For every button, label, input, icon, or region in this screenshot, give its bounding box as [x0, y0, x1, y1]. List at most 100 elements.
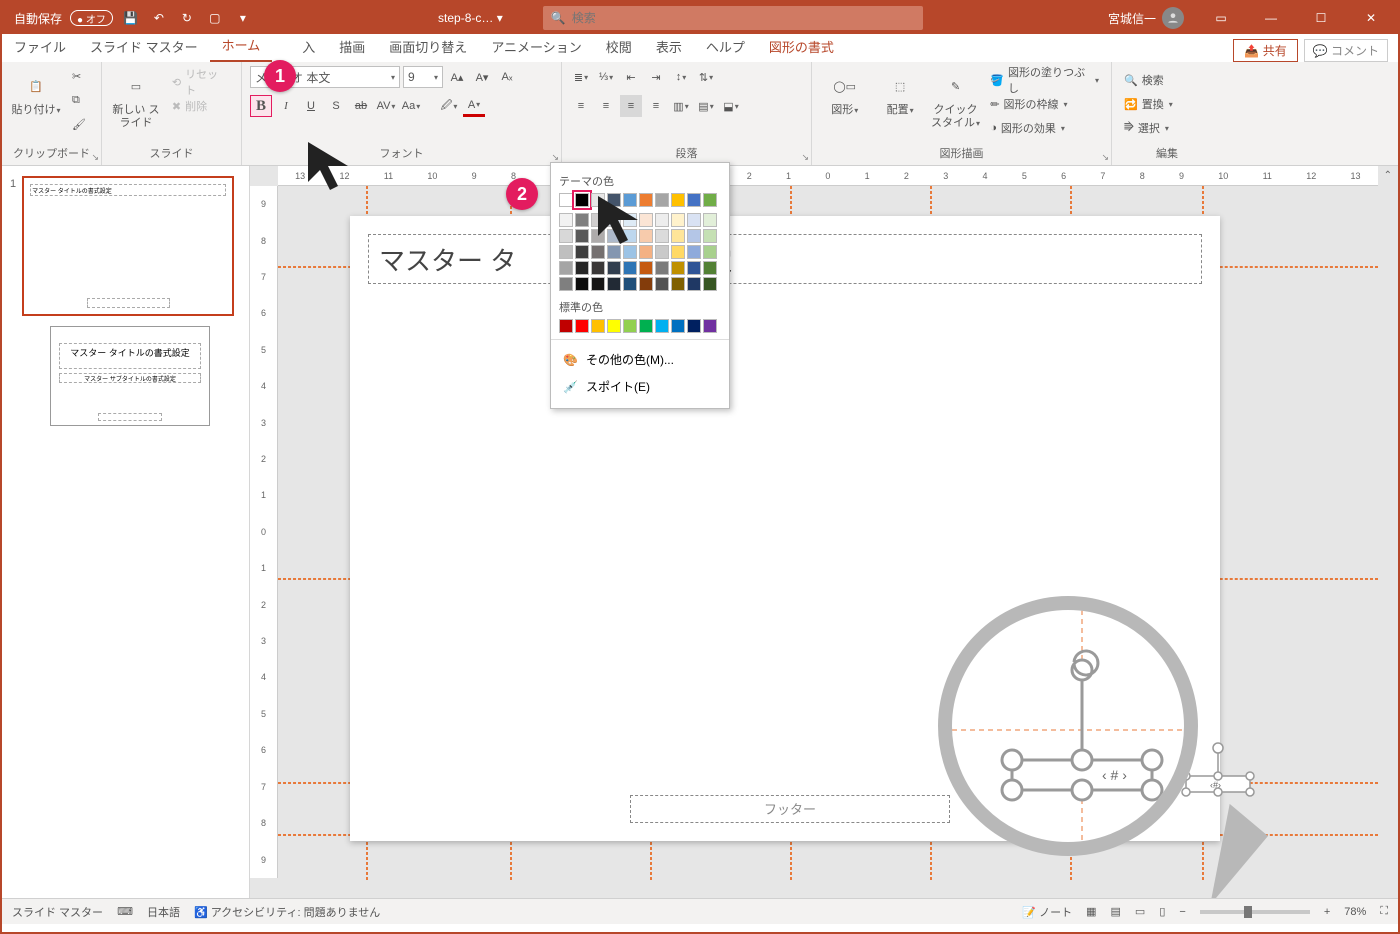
zoom-out-button[interactable]: − [1179, 906, 1185, 918]
increase-indent-button[interactable]: ⇥ [645, 66, 667, 88]
color-swatch[interactable] [639, 319, 653, 333]
color-swatch[interactable] [687, 193, 701, 207]
color-swatch[interactable] [607, 319, 621, 333]
maximize-button[interactable]: ☐ [1298, 3, 1344, 33]
shapes-button[interactable]: ◯▭図形▾ [820, 66, 869, 117]
color-swatch[interactable] [655, 245, 669, 259]
tab-shape-format[interactable]: 図形の書式 [757, 31, 846, 62]
bold-button[interactable]: B [250, 95, 272, 117]
color-swatch[interactable] [703, 319, 717, 333]
more-colors-item[interactable]: 🎨その他の色(M)... [559, 346, 721, 373]
format-painter-button[interactable]: 🖌 [68, 114, 90, 134]
align-right-button[interactable]: ≡ [620, 95, 642, 117]
font-color-button[interactable]: A▾ [463, 95, 485, 117]
color-swatch[interactable] [591, 261, 605, 275]
color-swatch[interactable] [575, 193, 589, 207]
thumbnail-master[interactable]: マスター タイトルの書式設定 [22, 176, 234, 316]
tab-insert[interactable]: 入 [290, 31, 327, 62]
eyedropper-item[interactable]: 💉スポイト(E) [559, 373, 721, 400]
color-swatch[interactable] [575, 213, 589, 227]
color-swatch[interactable] [687, 319, 701, 333]
strikethrough-button[interactable]: ab [350, 95, 372, 117]
color-swatch[interactable] [623, 261, 637, 275]
color-swatch[interactable] [671, 261, 685, 275]
align-left-button[interactable]: ≡ [570, 95, 592, 117]
color-swatch[interactable] [671, 245, 685, 259]
copy-button[interactable]: ⧉ [68, 90, 90, 110]
color-swatch[interactable] [703, 229, 717, 243]
paste-button[interactable]: 📋 貼り付け▾ [10, 66, 62, 117]
color-swatch[interactable] [703, 245, 717, 259]
align-center-button[interactable]: ≡ [595, 95, 617, 117]
color-swatch[interactable] [655, 229, 669, 243]
color-swatch[interactable] [671, 229, 685, 243]
color-swatch[interactable] [639, 261, 653, 275]
color-swatch[interactable] [671, 213, 685, 227]
color-swatch[interactable] [687, 277, 701, 291]
share-button[interactable]: 📤 共有 [1233, 39, 1297, 62]
canvas[interactable]: 13121110987654321012345678910111213 9876… [250, 166, 1398, 898]
thumbnail-layout[interactable]: マスター タイトルの書式設定 マスター サブタイトルの書式設定 [50, 326, 210, 426]
zoom-slider[interactable] [1200, 910, 1310, 914]
text-direction-button[interactable]: ⇅▾ [695, 66, 717, 88]
line-spacing-button[interactable]: ↕▾ [670, 66, 692, 88]
view-normal-icon[interactable]: ▦ [1086, 905, 1096, 918]
smartart-button[interactable]: ⬓▾ [720, 95, 742, 117]
color-swatch[interactable] [575, 261, 589, 275]
find-button[interactable]: 🔍検索 [1120, 70, 1214, 90]
color-swatch[interactable] [687, 245, 701, 259]
zoom-in-button[interactable]: + [1324, 906, 1330, 918]
decrease-indent-button[interactable]: ⇤ [620, 66, 642, 88]
italic-button[interactable]: I [275, 95, 297, 117]
change-case-button[interactable]: Aa▾ [400, 95, 422, 117]
color-swatch[interactable] [655, 261, 669, 275]
save-icon[interactable]: 💾 [121, 11, 141, 25]
color-swatch[interactable] [655, 193, 669, 207]
reset-button[interactable]: ⟲リセット [168, 72, 233, 92]
shape-fill-button[interactable]: 🪣図形の塗りつぶし▾ [986, 70, 1103, 90]
color-swatch[interactable] [655, 277, 669, 291]
color-swatch[interactable] [671, 319, 685, 333]
spellcheck-icon[interactable]: ⌨ [117, 905, 133, 918]
color-swatch[interactable] [559, 193, 573, 207]
color-swatch[interactable] [623, 277, 637, 291]
notes-button[interactable]: 📝 ノート [1022, 904, 1072, 920]
color-swatch[interactable] [575, 245, 589, 259]
color-swatch[interactable] [687, 229, 701, 243]
color-swatch[interactable] [591, 319, 605, 333]
align-justify-button[interactable]: ≡ [645, 95, 667, 117]
clear-format-button[interactable]: Aₓ [496, 66, 518, 88]
color-swatch[interactable] [559, 213, 573, 227]
highlight-button[interactable]: 🖉▾ [438, 95, 460, 117]
horizontal-ruler[interactable]: 13121110987654321012345678910111213 [278, 166, 1378, 186]
color-swatch[interactable] [575, 229, 589, 243]
color-swatch[interactable] [671, 193, 685, 207]
search-box[interactable]: 🔍 [543, 6, 923, 30]
tab-animations[interactable]: アニメーション [479, 31, 593, 62]
color-swatch[interactable] [575, 277, 589, 291]
color-swatch[interactable] [559, 245, 573, 259]
font-size-combo[interactable]: 9▾ [403, 66, 443, 88]
view-slideshow-icon[interactable]: ▯ [1159, 905, 1165, 918]
qat-more-icon[interactable]: ▾ [233, 11, 253, 25]
shape-outline-button[interactable]: ✏図形の枠線▾ [986, 94, 1103, 114]
color-swatch[interactable] [591, 277, 605, 291]
color-swatch[interactable] [687, 213, 701, 227]
columns-button[interactable]: ▥▾ [670, 95, 692, 117]
redo-icon[interactable]: ↻ [177, 11, 197, 25]
tab-home[interactable]: ホーム [210, 29, 273, 62]
search-input[interactable] [572, 11, 915, 25]
color-swatch[interactable] [559, 277, 573, 291]
underline-button[interactable]: U [300, 95, 322, 117]
color-swatch[interactable] [655, 319, 669, 333]
color-swatch[interactable] [559, 261, 573, 275]
tab-help[interactable]: ヘルプ [694, 31, 757, 62]
tab-transitions[interactable]: 画面切り替え [377, 31, 479, 62]
color-swatch[interactable] [671, 277, 685, 291]
delete-slide-button[interactable]: ✖削除 [168, 96, 233, 116]
tab-slide-master[interactable]: スライド マスター [78, 31, 210, 62]
title-placeholder[interactable]: マスター タ定 [368, 234, 1202, 284]
tab-file[interactable]: ファイル [2, 31, 78, 62]
color-swatch[interactable] [575, 319, 589, 333]
view-reading-icon[interactable]: ▭ [1135, 905, 1145, 918]
